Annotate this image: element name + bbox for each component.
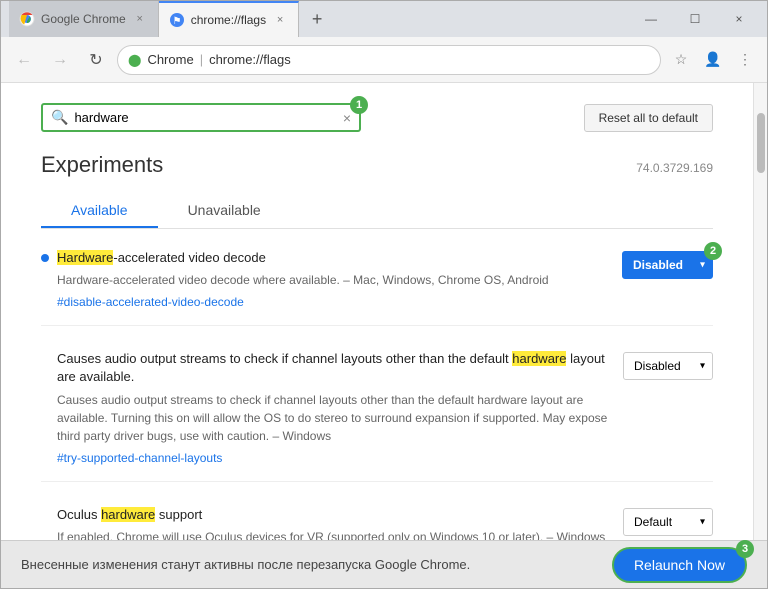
item2-title: Causes audio output streams to check if … [57,350,615,386]
relaunch-badge: 3 [736,540,754,558]
item2-select-control: Disabled Enabled Default ▾ [623,352,713,380]
item3-title-before: Oculus [57,507,101,522]
item1-select-control: Disabled Enabled Default ▾ [622,251,713,279]
titlebar: Google Chrome × ⚑ chrome://flags × + — ☐… [1,1,767,37]
minimize-button[interactable]: — [631,5,671,33]
search-icon: 🔍 [51,109,68,126]
bottom-bar: Внесенные изменения станут активны после… [1,540,767,588]
tab-unavailable[interactable]: Unavailable [158,194,291,228]
window-controls: — ☐ × [631,5,759,33]
page-content: 🔍 × 1 Reset all to default Experiments 7… [1,83,753,540]
item2-body: Causes audio output streams to check if … [57,350,615,464]
address-protocol: Chrome [147,52,193,67]
search-input[interactable] [74,110,254,125]
flags-favicon: ⚑ [169,12,185,28]
scrollbar[interactable] [753,83,767,540]
item1-link[interactable]: #disable-accelerated-video-decode [57,295,614,309]
search-bar-row: 🔍 × 1 Reset all to default [41,103,713,132]
back-button[interactable]: ← [9,45,39,75]
item1-body: Hardware-accelerated video decode Hardwa… [57,249,614,309]
item1-title-highlight: Hardware [57,250,113,265]
reload-button[interactable]: ↻ [81,45,111,75]
item3-title: Oculus hardware support [57,506,615,524]
experiment-item-1: Hardware-accelerated video decode Hardwa… [41,249,713,326]
item2-desc: Causes audio output streams to check if … [57,391,615,445]
relaunch-button[interactable]: Relaunch Now 3 [612,547,747,583]
experiment-item-3: Oculus hardware support If enabled, Chro… [41,506,713,540]
bookmark-button[interactable]: ☆ [667,46,695,74]
experiments-title: Experiments [41,152,163,178]
profile-button[interactable]: 👤 [699,46,727,74]
item1-control: Disabled Enabled Default ▾ 2 [622,251,713,279]
content-area: 🔍 × 1 Reset all to default Experiments 7… [1,83,767,540]
svg-text:⚑: ⚑ [172,16,181,27]
close-button[interactable]: × [719,5,759,33]
item1-title: Hardware-accelerated video decode [57,249,614,267]
address-path: chrome://flags [209,52,291,67]
tab-label: Google Chrome [41,12,126,26]
item1-desc: Hardware-accelerated video decode where … [57,271,614,289]
tab-google-chrome[interactable]: Google Chrome × [9,1,159,37]
tab2-close-button[interactable]: × [272,12,288,28]
item2-title-highlight: hardware [512,351,566,366]
reset-all-button[interactable]: Reset all to default [584,104,713,132]
address-bar[interactable]: ⬤ Chrome | chrome://flags [117,45,661,75]
tab1-close-button[interactable]: × [132,11,148,27]
address-separator: | [200,52,203,67]
bottom-message: Внесенные изменения станут активны после… [21,557,596,572]
omnibar-actions: ☆ 👤 ⋮ [667,46,759,74]
item3-control: Default Enabled Disabled ▾ [623,508,713,536]
tab-flags[interactable]: ⚑ chrome://flags × [159,1,299,37]
item2-control: Disabled Enabled Default ▾ [623,352,713,380]
item3-select[interactable]: Default Enabled Disabled [623,508,713,536]
menu-button[interactable]: ⋮ [731,46,759,74]
omnibar: ← → ↻ ⬤ Chrome | chrome://flags ☆ 👤 ⋮ [1,37,767,83]
maximize-button[interactable]: ☐ [675,5,715,33]
item3-title-highlight: hardware [101,507,155,522]
tabs-row: Available Unavailable [41,194,713,229]
item3-title-after: support [155,507,202,522]
relaunch-label: Relaunch Now [634,557,725,573]
experiment-item-2: Causes audio output streams to check if … [41,350,713,481]
item1-select-wrapper: Disabled Enabled Default ▾ 2 [622,251,713,279]
item1-select[interactable]: Disabled Enabled Default [622,251,713,279]
item1-bullet [41,254,49,262]
item3-desc: If enabled, Chrome will use Oculus devic… [57,528,615,540]
address-secure-icon: ⬤ [128,53,141,67]
new-tab-button[interactable]: + [303,5,331,33]
scrollbar-thumb[interactable] [757,113,765,173]
forward-button[interactable]: → [45,45,75,75]
item2-link[interactable]: #try-supported-channel-layouts [57,451,615,465]
tab-available[interactable]: Available [41,194,158,228]
item1-title-rest: -accelerated video decode [113,250,266,265]
chrome-favicon [19,11,35,27]
item1-badge: 2 [704,242,722,260]
item3-body: Oculus hardware support If enabled, Chro… [57,506,615,540]
version-text: 74.0.3729.169 [636,161,713,175]
item3-select-control: Default Enabled Disabled ▾ [623,508,713,536]
search-badge: 1 [350,96,368,114]
search-container: 🔍 × 1 [41,103,361,132]
experiments-header: Experiments 74.0.3729.169 [41,152,713,178]
search-clear-button[interactable]: × [343,110,351,126]
item2-title-before: Causes audio output streams to check if … [57,351,512,366]
item2-select[interactable]: Disabled Enabled Default [623,352,713,380]
tab-label: chrome://flags [191,13,266,27]
